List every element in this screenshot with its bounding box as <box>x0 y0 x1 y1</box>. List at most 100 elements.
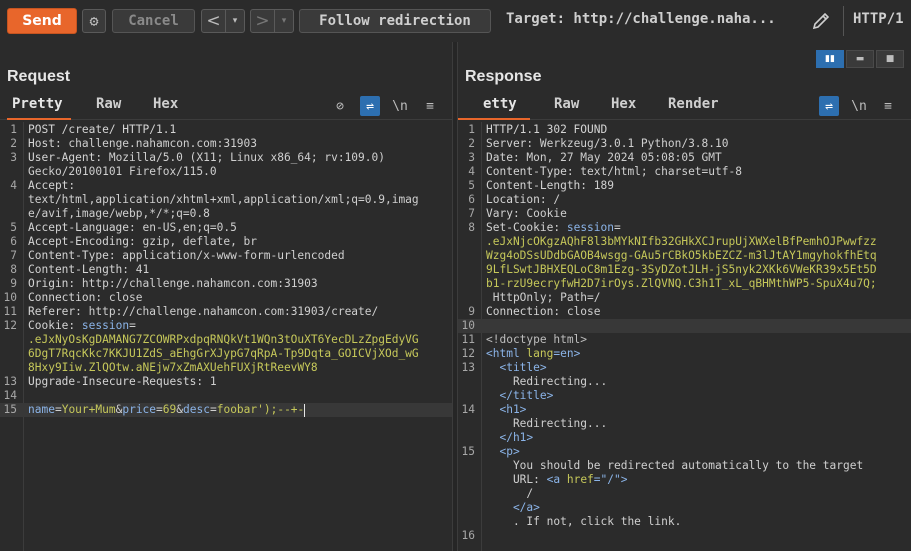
code-line[interactable]: </h1> <box>458 431 911 445</box>
token: = <box>129 319 136 332</box>
code-line[interactable]: 1 POST /create/ HTTP/1.1 <box>0 123 452 137</box>
code-line[interactable]: b1-rzU9ecryfwH2D7irOys.ZlQVNQ.C3h1T_xL_q… <box>458 277 911 291</box>
token: = <box>614 221 621 234</box>
code-line[interactable]: 16 <box>458 529 911 543</box>
token: Redirecting... <box>486 417 608 430</box>
code-line[interactable]: 3 Date: Mon, 27 May 2024 05:08:05 GMT <box>458 151 911 165</box>
code-line[interactable]: 11 Referer: http://challenge.nahamcon.com… <box>0 305 452 319</box>
line-number: 2 <box>10 137 17 150</box>
code-line[interactable]: . If not, click the link. <box>458 515 911 529</box>
line-text: <p> <box>486 445 519 459</box>
layout-single-icon[interactable]: ■ <box>876 50 904 68</box>
code-line[interactable]: .eJxNjcOKgzAQhF8l3bMYkNIfb32GHkXCJrupUjX… <box>458 235 911 249</box>
tab-render[interactable]: Render <box>668 96 719 112</box>
tab-raw[interactable]: Raw <box>96 96 121 112</box>
code-line[interactable]: e/avif,image/webp,*/*;q=0.8 <box>0 207 452 221</box>
code-line[interactable]: Gecko/20100101 Firefox/115.0 <box>0 165 452 179</box>
code-line[interactable]: 10 <box>458 319 911 333</box>
code-line[interactable]: .eJxNyOsKgDAMANG7ZCOWRPxdpqRNQkVt1WQn3tO… <box>0 333 452 347</box>
code-line[interactable]: 7 Vary: Cookie <box>458 207 911 221</box>
code-line[interactable]: 14 <box>0 389 452 403</box>
pencil-icon[interactable] <box>808 9 834 33</box>
menu-icon[interactable]: ≡ <box>420 96 440 116</box>
token: Accept-Encoding <box>28 235 130 248</box>
code-line[interactable]: </title> <box>458 389 911 403</box>
tab-hex[interactable]: Hex <box>611 96 636 112</box>
code-line[interactable]: 9 Connection: close <box>458 305 911 319</box>
code-line[interactable]: 7 Content-Type: application/x-www-form-ur… <box>0 249 452 263</box>
code-line[interactable]: 9LfLSwtJBHXEQLoC8m1Ezg-3SyDZotJLH-jS5nyk… <box>458 263 911 277</box>
code-line[interactable]: 10 Connection: close <box>0 291 452 305</box>
response-editor[interactable]: 1 HTTP/1.1 302 FOUND 2 Server: Werkzeug/3.0… <box>458 122 911 551</box>
chevron-right-icon[interactable]: > <box>251 10 275 32</box>
code-line[interactable]: 9 Origin: http://challenge.nahamcon.com:3… <box>0 277 452 291</box>
code-line[interactable]: You should be redirected automatically t… <box>458 459 911 473</box>
code-line[interactable]: 15 <p> <box>458 445 911 459</box>
cancel-button[interactable]: Cancel <box>112 9 195 33</box>
code-line[interactable]: Redirecting... <box>458 417 911 431</box>
code-line[interactable]: </a> <box>458 501 911 515</box>
toolbar-separator <box>843 6 844 36</box>
code-line[interactable]: 14 <h1> <box>458 403 911 417</box>
layout-stacked-icon[interactable]: ▬ <box>846 50 874 68</box>
line-text: 9LfLSwtJBHXEQLoC8m1Ezg-3SyDZotJLH-jS5nyk… <box>486 263 877 277</box>
follow-redirection-button[interactable]: Follow redirection <box>299 9 491 33</box>
code-line[interactable]: 5 Accept-Language: en-US,en;q=0.5 <box>0 221 452 235</box>
request-editor[interactable]: 1 POST /create/ HTTP/1.1 2 Host: challenge.… <box>0 122 452 551</box>
code-line[interactable]: 8 Content-Length: 41 <box>0 263 452 277</box>
forward-dropdown-icon[interactable]: ▾ <box>275 10 293 32</box>
back-dropdown-icon[interactable]: ▾ <box>226 10 244 32</box>
code-line[interactable]: / <box>458 487 911 501</box>
line-text: Accept-Language: en-US,en;q=0.5 <box>28 221 237 235</box>
code-line[interactable]: 2 Server: Werkzeug/3.0.1 Python/3.8.10 <box>458 137 911 151</box>
newline-icon[interactable]: \n <box>849 96 869 116</box>
code-line[interactable]: text/html,application/xhtml+xml,applicat… <box>0 193 452 207</box>
tab-hex[interactable]: Hex <box>153 96 178 112</box>
hide-icon[interactable]: ⊘ <box>330 96 350 116</box>
tab-pretty[interactable]: Pretty <box>12 96 63 112</box>
code-line[interactable]: 1 HTTP/1.1 302 FOUND <box>458 123 911 137</box>
token: .eJxNjcOKgzAQhF8l3bMYkNIfb32GHkXCJrupUjX… <box>486 235 877 248</box>
code-line[interactable]: 12 Cookie: session= <box>0 319 452 333</box>
gear-icon[interactable]: ⚙ <box>82 9 106 33</box>
menu-icon[interactable]: ≡ <box>878 96 898 116</box>
wrap-icon[interactable]: ⇌ <box>360 96 380 116</box>
line-number: 12 <box>3 319 17 332</box>
code-line[interactable]: 4 Accept: <box>0 179 452 193</box>
code-line[interactable]: URL: <a href="/"> <box>458 473 911 487</box>
token: 69 <box>162 403 177 416</box>
code-line[interactable]: 5 Content-Length: 189 <box>458 179 911 193</box>
newline-icon[interactable]: \n <box>390 96 410 116</box>
token: : 189 <box>580 179 614 192</box>
code-line[interactable]: 6 Accept-Encoding: gzip, deflate, br <box>0 235 452 249</box>
token: HttpOnly; Path=/ <box>486 291 601 304</box>
send-button[interactable]: Send <box>7 8 77 34</box>
chevron-left-icon[interactable]: < <box>202 10 226 32</box>
tab-pretty[interactable]: etty <box>483 96 517 112</box>
line-text: </h1> <box>486 431 533 445</box>
token: : <box>68 179 76 192</box>
tab-raw[interactable]: Raw <box>554 96 579 112</box>
code-line[interactable]: HttpOnly; Path=/ <box>458 291 911 305</box>
wrap-icon[interactable]: ⇌ <box>819 96 839 116</box>
line-number: 10 <box>3 291 17 304</box>
layout-side-by-side-icon[interactable]: ▮▮ <box>816 50 844 68</box>
code-line[interactable]: 15 name=Your+Mum&price=69&desc=foobar');-… <box>0 403 452 417</box>
code-line[interactable]: 2 Host: challenge.nahamcon.com:31903 <box>0 137 452 151</box>
code-line[interactable]: 8Hxy9Iiw.ZlQOtw.aNEjw7xZmAXUehFUXjRtReev… <box>0 361 452 375</box>
line-number: 7 <box>10 249 17 262</box>
code-line[interactable]: 11 <!doctype html> <box>458 333 911 347</box>
code-line[interactable]: 13 <title> <box>458 361 911 375</box>
code-line[interactable]: 3 User-Agent: Mozilla/5.0 (X11; Linux x86… <box>0 151 452 165</box>
protocol-label[interactable]: HTTP/1 <box>853 11 904 27</box>
token: URL: <box>486 473 547 486</box>
code-line[interactable]: 6 Location: / <box>458 193 911 207</box>
code-line[interactable]: Redirecting... <box>458 375 911 389</box>
code-line[interactable]: 12 <html lang=en> <box>458 347 911 361</box>
code-line[interactable]: 6DgT7RqcKkc7KKJU1ZdS_aEhgGrXJypG7qRpA-Tp… <box>0 347 452 361</box>
code-line[interactable]: 4 Content-Type: text/html; charset=utf-8 <box>458 165 911 179</box>
line-text: Content-Type: text/html; charset=utf-8 <box>486 165 742 179</box>
code-line[interactable]: 13 Upgrade-Insecure-Requests: 1 <box>0 375 452 389</box>
code-line[interactable]: Wzg4oDSsUDdbGAOB4wsgg-GAu5rCBkO5kbEZCZ-m… <box>458 249 911 263</box>
code-line[interactable]: 8 Set-Cookie: session= <box>458 221 911 235</box>
